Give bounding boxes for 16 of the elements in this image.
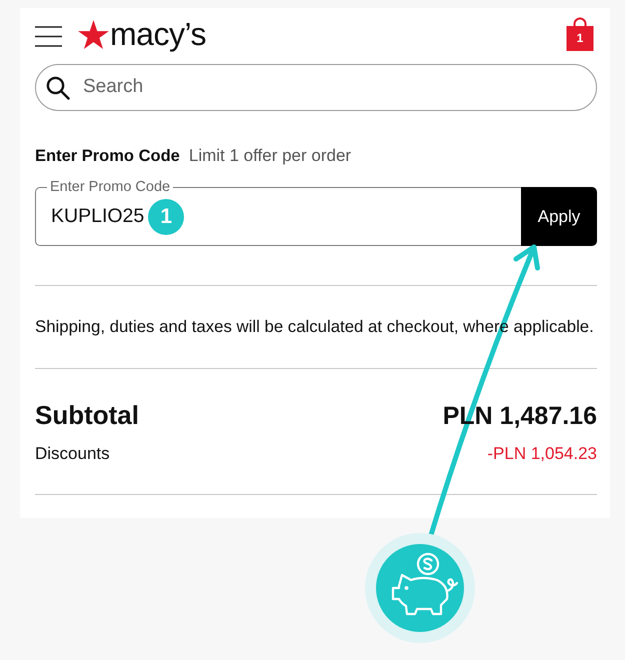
discount-amount: -PLN 1,054.23: [487, 443, 597, 465]
discounts-label: Discounts: [35, 443, 110, 465]
cart-button[interactable]: 1: [566, 17, 594, 51]
step-marker: 1: [148, 199, 184, 235]
piggy-bank-icon: [365, 533, 475, 643]
shopping-bag-icon: [566, 17, 594, 51]
menu-icon[interactable]: [35, 26, 62, 46]
subtotal-label: Subtotal: [35, 400, 139, 430]
promo-limit-note: Limit 1 offer per order: [188, 146, 352, 166]
search-field[interactable]: Search: [35, 64, 597, 111]
promo-heading: Enter Promo Code: [35, 146, 180, 166]
apply-button[interactable]: Apply: [521, 187, 597, 246]
promo-code-field[interactable]: Enter Promo Code KUPLIO25 1: [35, 179, 521, 246]
star-icon: [78, 20, 109, 48]
logo-link[interactable]: macy’s: [78, 16, 206, 52]
search-icon: [46, 76, 70, 100]
